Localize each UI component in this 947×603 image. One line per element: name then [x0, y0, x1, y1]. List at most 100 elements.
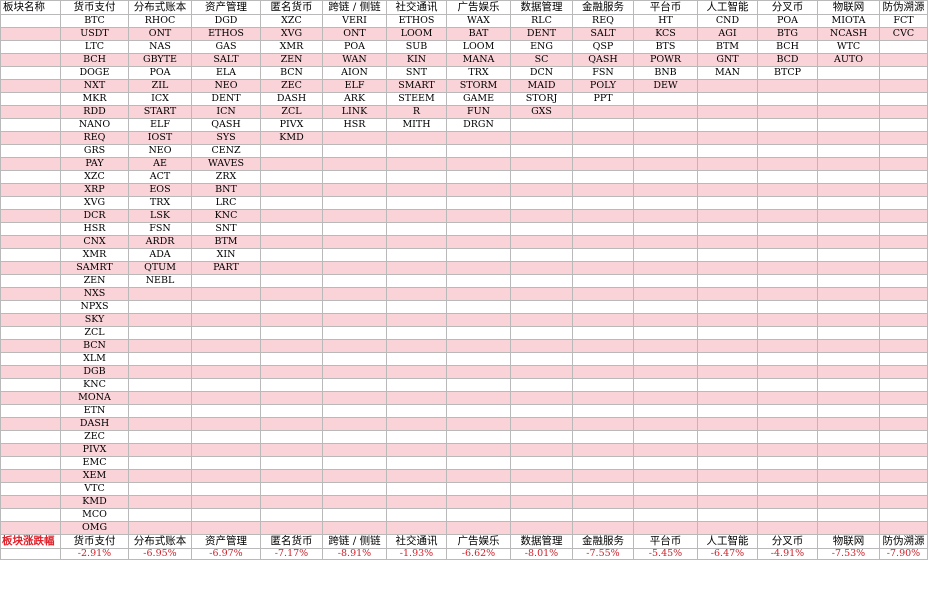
coin-cell: ELF — [128, 118, 192, 132]
coin-cell — [757, 378, 818, 392]
coin-cell — [572, 157, 634, 171]
coin-cell — [879, 404, 928, 418]
coin-cell — [757, 222, 818, 236]
coin-cell — [817, 157, 880, 171]
coin-cell — [757, 391, 818, 405]
table-row: ZEN NEBL — [0, 274, 928, 288]
coin-cell — [633, 482, 698, 496]
coin-cell — [260, 508, 323, 522]
coin-cell — [386, 144, 447, 158]
coin-cell — [446, 313, 511, 327]
coin-cell — [572, 235, 634, 249]
row-label-cell — [0, 14, 61, 28]
coin-cell — [128, 352, 192, 366]
coin-cell — [510, 404, 573, 418]
coin-cell — [446, 417, 511, 431]
coin-cell — [510, 131, 573, 145]
coin-cell — [322, 235, 387, 249]
coin-cell — [446, 495, 511, 509]
coin-cell: TRX — [446, 66, 511, 80]
coin-cell — [128, 417, 192, 431]
coin-cell — [191, 430, 261, 444]
table-row: CNX ARDR BTM — [0, 235, 928, 249]
coin-cell — [260, 365, 323, 379]
coin-cell — [510, 157, 573, 171]
coin-cell — [386, 443, 447, 457]
coin-cell — [757, 248, 818, 262]
table-row: MONA — [0, 391, 928, 405]
coin-cell — [446, 183, 511, 197]
coin-cell — [697, 131, 758, 145]
coin-cell: XLM — [60, 352, 129, 366]
coin-cell — [446, 352, 511, 366]
coin-cell — [879, 209, 928, 223]
coin-cell — [879, 456, 928, 470]
footer-sector: 物联网 — [817, 534, 880, 549]
coin-cell — [879, 417, 928, 431]
table-row: VTC — [0, 482, 928, 496]
coin-cell: BNT — [191, 183, 261, 197]
coin-cell — [446, 326, 511, 340]
coin-cell — [446, 170, 511, 184]
coin-cell — [633, 287, 698, 301]
coin-cell — [386, 365, 447, 379]
coin-cell — [386, 430, 447, 444]
coin-cell: VERI — [322, 14, 387, 28]
sector-header: 货币支付 — [60, 0, 129, 15]
coin-cell — [879, 326, 928, 340]
coin-cell: ETHOS — [191, 27, 261, 41]
coin-cell — [260, 235, 323, 249]
coin-cell: POA — [128, 66, 192, 80]
coin-cell — [386, 482, 447, 496]
header-row: 板块名称 货币支付 分布式账本 资产管理 匿名货币 跨链 / 侧链 社交通讯 广告娱乐 数据管理… — [0, 0, 928, 15]
coin-cell — [817, 92, 880, 106]
coin-cell — [757, 287, 818, 301]
coin-cell: SALT — [572, 27, 634, 41]
coin-cell — [510, 482, 573, 496]
coin-cell — [446, 391, 511, 405]
coin-cell — [128, 313, 192, 327]
table-row: NXT ZIL NEO ZEC ELF SMART STORM MAID POLY DEW — [0, 79, 928, 93]
table-row: NPXS — [0, 300, 928, 314]
coin-cell — [879, 248, 928, 262]
coin-cell — [191, 313, 261, 327]
sector-table: 板块名称 货币支付 分布式账本 资产管理 匿名货币 跨链 / 侧链 社交通讯 广告娱乐 数据管理… — [0, 0, 928, 560]
sector-change-value: -6.47% — [697, 548, 758, 560]
coin-cell: ICN — [191, 105, 261, 119]
coin-cell — [697, 443, 758, 457]
coin-cell: PART — [191, 261, 261, 275]
coin-cell — [879, 430, 928, 444]
coin-cell — [879, 274, 928, 288]
coin-cell — [757, 170, 818, 184]
coin-cell — [879, 391, 928, 405]
row-label-cell — [0, 131, 61, 145]
coin-cell — [128, 365, 192, 379]
coin-cell: KNC — [191, 209, 261, 223]
coin-cell — [510, 274, 573, 288]
coin-cell — [191, 300, 261, 314]
coin-cell — [322, 339, 387, 353]
coin-cell — [510, 365, 573, 379]
sector-header: 分布式账本 — [128, 0, 192, 15]
coin-cell — [697, 469, 758, 483]
coin-cell — [757, 417, 818, 431]
coin-cell — [879, 495, 928, 509]
coin-cell — [572, 274, 634, 288]
coin-cell — [322, 443, 387, 457]
coin-cell — [446, 430, 511, 444]
coin-cell — [386, 183, 447, 197]
coin-cell — [191, 508, 261, 522]
coin-cell: START — [128, 105, 192, 119]
coin-cell — [191, 274, 261, 288]
table-row: DASH — [0, 417, 928, 431]
coin-cell: HSR — [60, 222, 129, 236]
coin-cell — [260, 391, 323, 405]
coin-cell — [510, 521, 573, 535]
table-row: DOGE POA ELA BCN AION SNT TRX DCN FSN BNB MAN BTCP — [0, 66, 928, 80]
coin-cell: POLY — [572, 79, 634, 93]
coin-cell: XVG — [260, 27, 323, 41]
coin-cell — [697, 261, 758, 275]
coin-cell — [446, 209, 511, 223]
coin-cell — [446, 482, 511, 496]
coin-cell — [510, 326, 573, 340]
